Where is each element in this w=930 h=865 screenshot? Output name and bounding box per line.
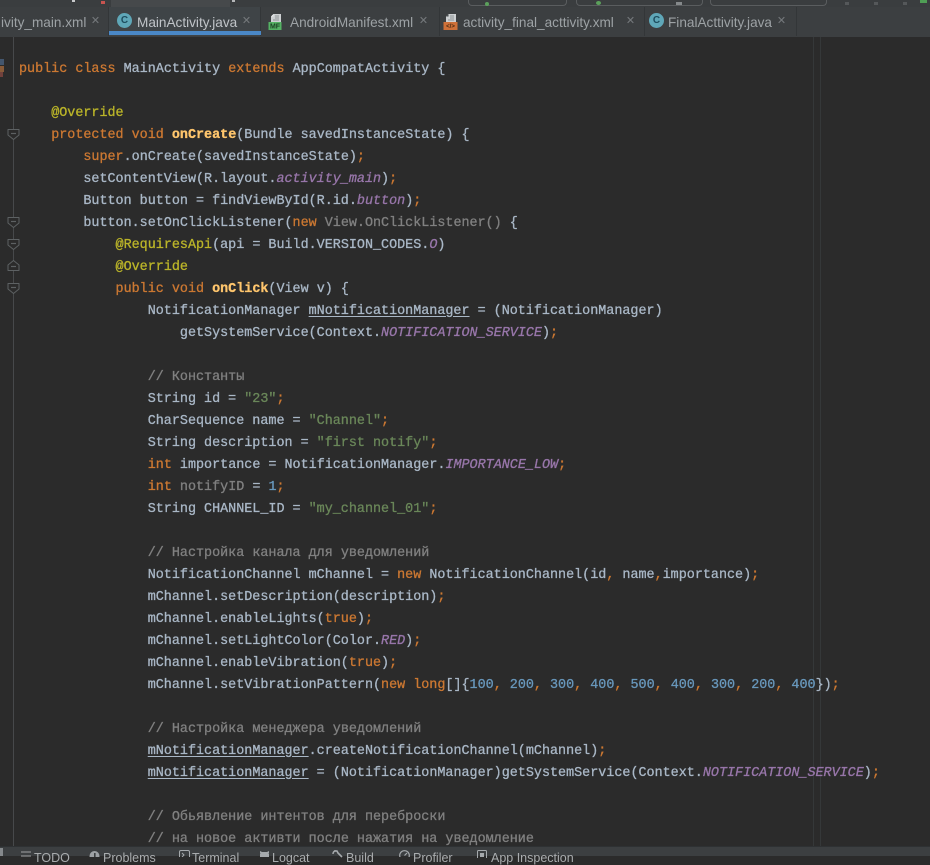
svg-text:</>: </> (446, 24, 455, 30)
svg-text:MF: MF (270, 24, 281, 31)
